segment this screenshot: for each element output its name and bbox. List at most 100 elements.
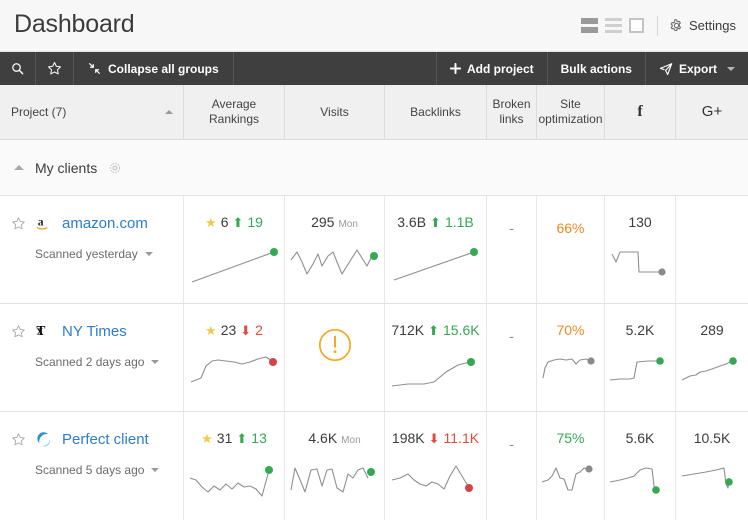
column-average-rankings[interactable]: Average Rankings [184, 85, 285, 139]
collapse-all-groups-button[interactable]: Collapse all groups [74, 52, 234, 85]
collapse-all-groups-label: Collapse all groups [108, 61, 219, 76]
rank-delta: 19 [247, 214, 263, 230]
star-icon[interactable] [11, 432, 26, 447]
svg-text:T: T [36, 323, 45, 338]
project-scan-status[interactable]: Scanned 2 days ago [35, 355, 183, 369]
facebook-icon: f [637, 103, 643, 120]
facebook-value: 5.2K [625, 322, 655, 338]
chevron-up-icon[interactable] [14, 165, 24, 170]
arrow-down-icon: ⬇ [428, 431, 440, 446]
arrow-up-icon: ⬆ [236, 431, 248, 446]
column-project[interactable]: Project (7) [0, 85, 184, 139]
sparkline-chart [681, 357, 737, 381]
broken-links-value: - [509, 220, 514, 236]
view-mode-switcher [581, 18, 645, 33]
google-plus-cell: 289 [676, 304, 748, 411]
view-mode-compact-icon[interactable] [581, 18, 599, 33]
project-name-link[interactable]: Perfect client [62, 431, 149, 448]
table-row[interactable]: x T NY Times Scanned 2 days ago ★ 23 ⬇ 2 [0, 304, 748, 412]
project-scan-status[interactable]: Scanned yesterday [35, 247, 183, 261]
group-name-label: My clients [35, 159, 98, 176]
visits-unit: Mon [341, 435, 361, 446]
view-mode-cards-icon[interactable] [629, 18, 645, 33]
column-facebook[interactable]: f [605, 85, 676, 139]
column-site-optimization[interactable]: Site optimization [537, 85, 605, 139]
column-average-rankings-label: Average Rankings [208, 97, 260, 126]
table-row[interactable]: Perfect client Scanned 5 days ago ★ 31 ⬆… [0, 412, 748, 520]
sparkline-chart [190, 356, 277, 383]
sparkline-chart [609, 357, 664, 381]
paper-plane-icon [659, 62, 673, 75]
search-icon [12, 63, 24, 75]
bulk-actions-button[interactable]: Bulk actions [546, 52, 645, 85]
backlinks-number: 712K [391, 322, 425, 338]
sparkline-chart [611, 251, 666, 276]
caret-down-icon[interactable] [151, 360, 160, 364]
facebook-value: 130 [628, 214, 652, 230]
average-rankings-value: ★ 6 ⬆ 19 [205, 214, 263, 230]
column-visits[interactable]: Visits [285, 85, 385, 139]
visits-cell: 4.6K Mon [285, 412, 385, 520]
plus-icon [449, 63, 461, 74]
sparkline-chart [391, 465, 473, 492]
group-header-my-clients[interactable]: My clients [0, 140, 748, 196]
collapse-icon [89, 63, 100, 74]
toolbar-right-group: Add project Bulk actions Export [435, 52, 748, 85]
sparkline-chart [541, 357, 595, 379]
project-scan-status[interactable]: Scanned 5 days ago [35, 463, 183, 477]
site-optimization-value: 75% [556, 430, 585, 446]
google-plus-value: 10.5K [693, 430, 731, 446]
add-project-button[interactable]: Add project [435, 52, 547, 85]
column-google-plus[interactable]: G+ [676, 85, 748, 139]
arrow-down-icon: ⬇ [240, 323, 252, 338]
average-rankings-cell: ★ 6 ⬆ 19 [184, 196, 285, 303]
action-toolbar: Collapse all groups Add project Bulk act… [0, 52, 748, 85]
average-rankings-value: ★ 23 ⬇ 2 [205, 322, 263, 338]
visits-number: 4.6K [308, 430, 338, 446]
sparkline-chart [289, 467, 375, 493]
site-optimization-cell: 66% [537, 196, 605, 303]
backlinks-cell: 3.6B ⬆ 1.1B [385, 196, 487, 303]
broken-links-value: - [509, 436, 514, 452]
bulk-actions-label: Bulk actions [560, 61, 632, 76]
google-plus-value: 289 [700, 322, 724, 338]
facebook-cell: 5.6K [605, 412, 676, 520]
rank-delta: 13 [251, 430, 267, 446]
column-site-optimization-label: Site optimization [538, 97, 603, 126]
google-plus-cell: 10.5K [676, 412, 748, 520]
backlinks-cell: 712K ⬆ 15.6K [385, 304, 487, 411]
site-optimization-value: 66% [556, 220, 585, 236]
view-mode-rows-icon[interactable] [605, 18, 623, 33]
add-project-label: Add project [466, 61, 534, 76]
project-cell: a amazon.com Scanned yesterday [0, 196, 184, 303]
column-broken-links[interactable]: Broken links [487, 85, 537, 139]
star-filled-icon: ★ [201, 431, 213, 446]
star-icon[interactable] [11, 324, 26, 339]
backlinks-delta: 1.1B [444, 214, 474, 230]
export-button[interactable]: Export [644, 52, 748, 85]
scan-status-label: Scanned 5 days ago [35, 463, 145, 477]
backlinks-cell: 198K ⬇ 11.1K [385, 412, 487, 520]
rank-value: 31 [216, 430, 233, 446]
caret-down-icon[interactable] [151, 468, 160, 472]
sort-ascending-icon[interactable] [165, 110, 173, 114]
caret-down-icon[interactable] [144, 252, 153, 256]
star-filled-icon: ★ [205, 323, 217, 338]
project-name-link[interactable]: amazon.com [62, 215, 148, 232]
average-rankings-value: ★ 31 ⬆ 13 [201, 430, 267, 446]
alert-icon[interactable] [318, 328, 352, 362]
favorites-button[interactable] [36, 52, 74, 85]
table-row[interactable]: a amazon.com Scanned yesterday ★ 6 ⬆ 19 [0, 196, 748, 304]
star-icon[interactable] [11, 216, 26, 231]
site-optimization-cell: 75% [537, 412, 605, 520]
column-backlinks[interactable]: Backlinks [385, 85, 487, 139]
settings-button[interactable]: Settings [669, 18, 736, 33]
search-button[interactable] [0, 52, 36, 85]
backlinks-delta: 11.1K [443, 430, 480, 446]
column-backlinks-label: Backlinks [410, 104, 461, 119]
gear-icon[interactable] [108, 161, 122, 175]
facebook-value: 5.6K [625, 430, 655, 446]
project-name-link[interactable]: NY Times [62, 323, 127, 340]
caret-down-icon[interactable] [727, 66, 735, 71]
